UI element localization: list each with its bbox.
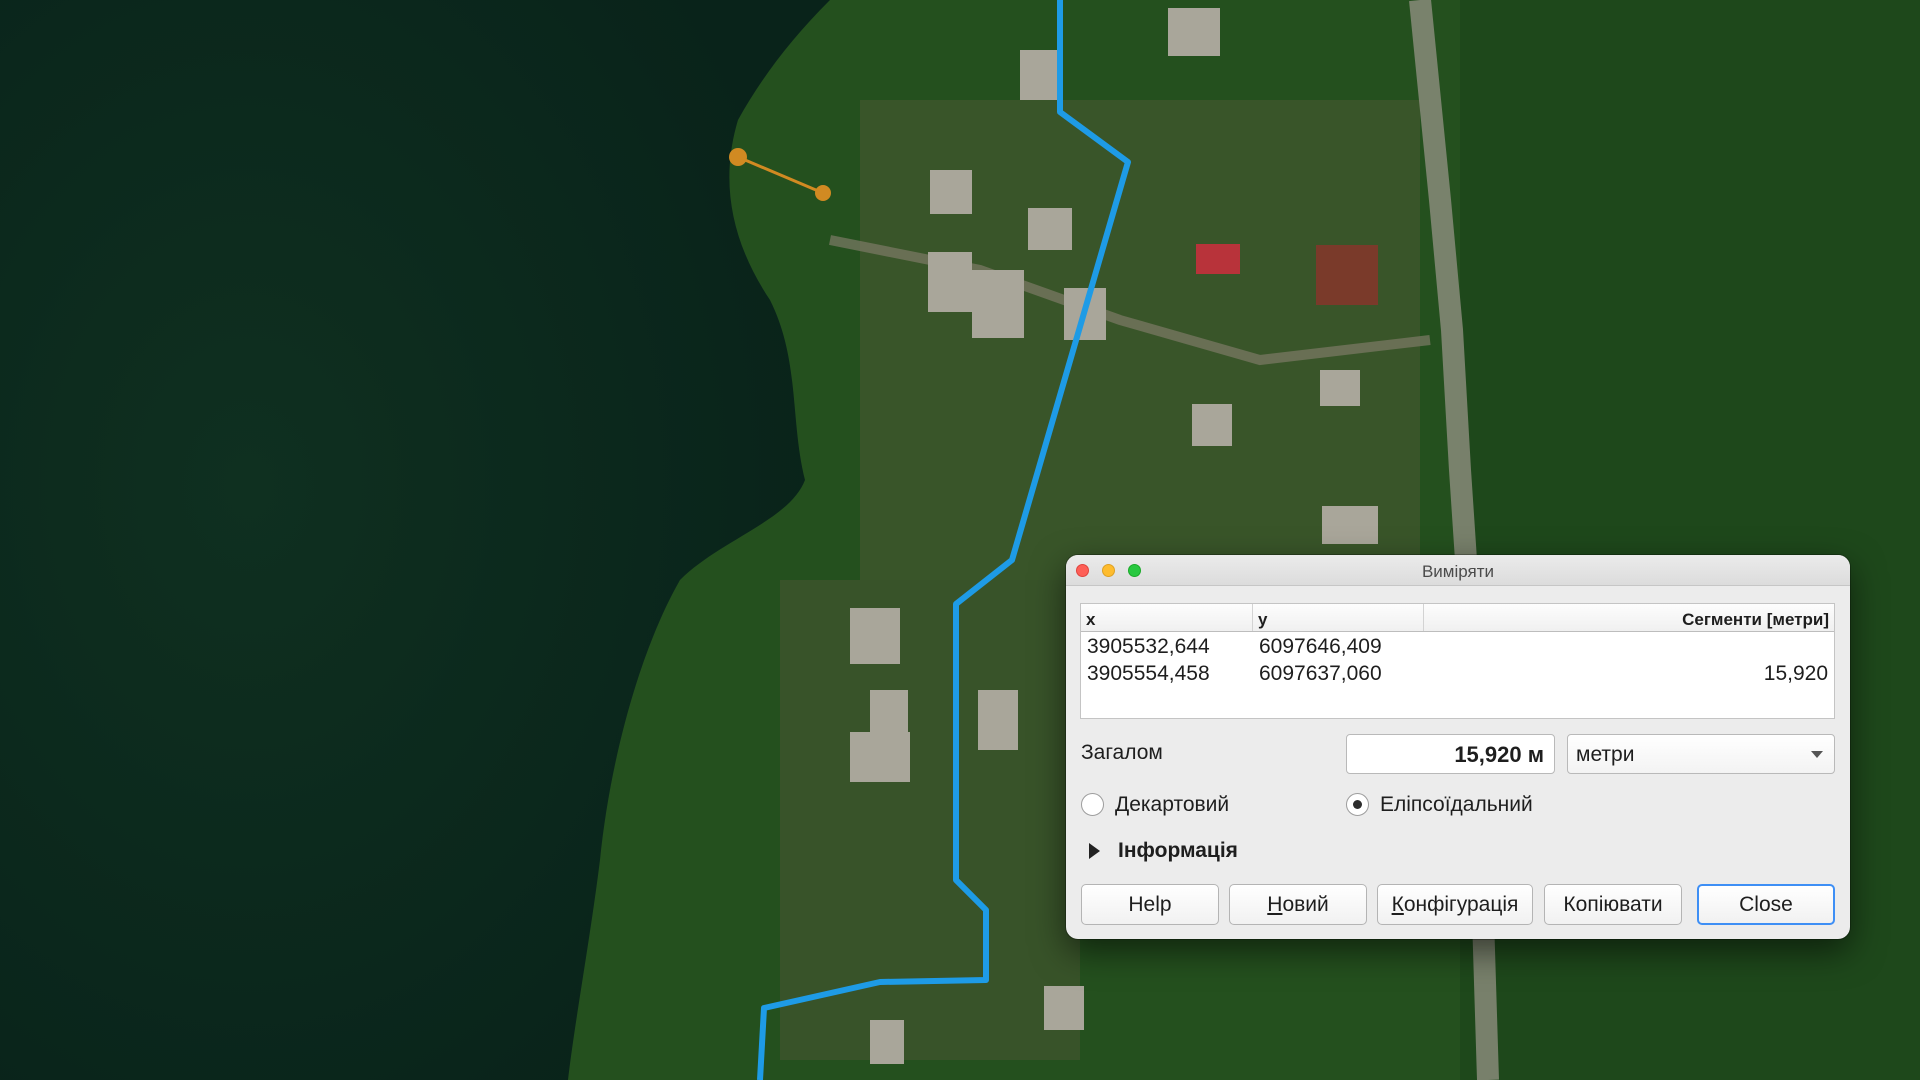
column-header-x[interactable]: x xyxy=(1086,610,1095,630)
building-red-roof xyxy=(1196,244,1240,274)
column-header-y[interactable]: y xyxy=(1258,610,1267,630)
building-brown-roof xyxy=(1316,245,1378,305)
radio-cartesian-label[interactable]: Декартовий xyxy=(1115,793,1229,817)
radio-selected-dot xyxy=(1353,800,1362,809)
help-button[interactable]: Help xyxy=(1081,884,1219,925)
column-divider xyxy=(1423,604,1424,631)
measure-point-start[interactable] xyxy=(729,148,747,166)
radio-cartesian[interactable] xyxy=(1081,793,1104,816)
title-bar[interactable]: Виміряти xyxy=(1066,555,1850,586)
close-button[interactable]: Close xyxy=(1697,884,1835,925)
configuration-button-label: онфігурація xyxy=(1403,893,1519,916)
cell-y: 6097637,060 xyxy=(1259,662,1382,685)
table-row[interactable]: 3905532,644 6097646,409 xyxy=(1081,633,1834,660)
configuration-button[interactable]: Конфігурація xyxy=(1377,884,1533,925)
configuration-button-mnemonic: К xyxy=(1391,893,1404,916)
garden-plots xyxy=(780,580,1080,1060)
measurements-table[interactable]: x y Сегменти [метри] 3905532,644 6097646… xyxy=(1080,603,1835,719)
cell-segment: 15,920 xyxy=(1763,662,1828,685)
new-button[interactable]: Новий xyxy=(1229,884,1367,925)
table-header: x y Сегменти [метри] xyxy=(1081,604,1834,632)
cell-y: 6097646,409 xyxy=(1259,635,1382,658)
disclosure-triangle-icon[interactable] xyxy=(1089,843,1100,859)
info-section-toggle[interactable]: Інформація xyxy=(1118,839,1238,863)
radio-ellipsoidal-label[interactable]: Еліпсоїдальний xyxy=(1380,793,1533,817)
table-row[interactable]: 3905554,458 6097637,060 15,920 xyxy=(1081,660,1834,687)
measure-dialog: Виміряти x y Сегменти [метри] 3905532,64… xyxy=(1066,555,1850,939)
chevron-down-icon xyxy=(1811,751,1823,758)
cell-x: 3905554,458 xyxy=(1087,662,1210,685)
copy-button[interactable]: Копіювати xyxy=(1544,884,1682,925)
cell-x: 3905532,644 xyxy=(1087,635,1210,658)
column-divider xyxy=(1252,604,1253,631)
units-selected-value: метри xyxy=(1576,743,1635,766)
column-header-segments[interactable]: Сегменти [метри] xyxy=(1682,610,1829,630)
window-title: Виміряти xyxy=(1421,562,1495,581)
measure-point-end[interactable] xyxy=(815,185,831,201)
total-value-field[interactable]: 15,920 м xyxy=(1346,734,1555,774)
new-button-label: овий xyxy=(1282,893,1329,916)
units-select[interactable]: метри xyxy=(1567,734,1835,774)
new-button-mnemonic: Н xyxy=(1267,893,1283,916)
radio-ellipsoidal[interactable] xyxy=(1346,793,1369,816)
total-label: Загалом xyxy=(1081,741,1163,764)
